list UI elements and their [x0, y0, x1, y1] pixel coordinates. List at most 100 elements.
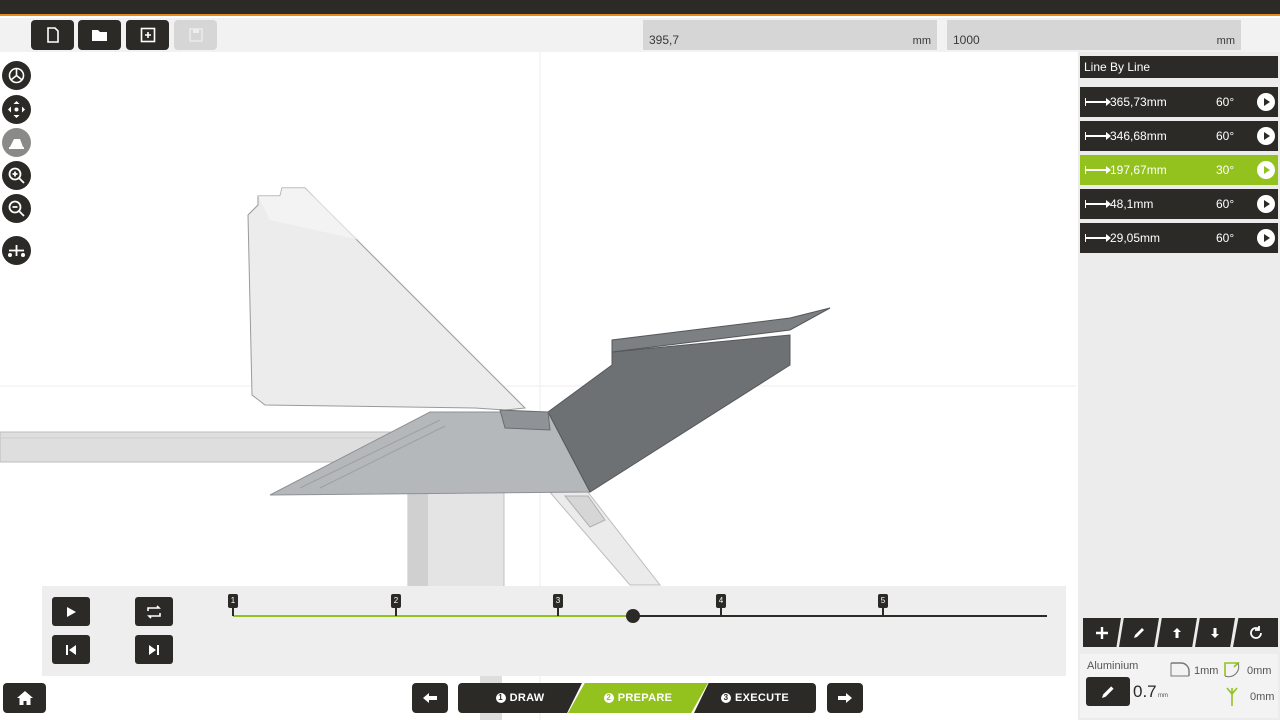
play-line-icon[interactable] — [1257, 127, 1275, 145]
home-icon — [16, 691, 33, 705]
window-top-bar — [0, 0, 1280, 16]
tab-execute[interactable]: 3 EXECUTE — [694, 683, 816, 713]
sheet-bend-zone — [499, 409, 551, 431]
skip-forward-icon — [149, 644, 159, 655]
play-line-icon[interactable] — [1257, 229, 1275, 247]
bend-line-length: 197,67mm — [1110, 163, 1167, 177]
refresh-icon — [1249, 625, 1262, 639]
arrow-left-icon — [423, 693, 437, 703]
zoom-in-button[interactable] — [2, 161, 31, 190]
move-line-down-button[interactable] — [1195, 618, 1235, 647]
timeline-step-marker[interactable]: 2 — [391, 594, 401, 616]
length-ruler-icon — [1085, 132, 1111, 140]
length-ruler-icon — [1085, 200, 1111, 208]
play-line-icon[interactable] — [1257, 93, 1275, 111]
step-label: EXECUTE — [734, 692, 790, 704]
sheet-width-field[interactable]: 395,7 mm — [643, 20, 937, 50]
save-icon — [188, 28, 203, 42]
home-button[interactable] — [3, 683, 46, 713]
springback-value: 0mm — [1247, 665, 1272, 677]
timeline-scrubber[interactable] — [626, 609, 640, 623]
sheet-width-value: 395,7 — [649, 33, 680, 47]
previous-stage-button[interactable] — [412, 683, 448, 713]
bend-line-angle: 60° — [1216, 197, 1235, 211]
correction-value: 0mm — [1250, 691, 1275, 703]
bend-line-angle: 60° — [1216, 129, 1235, 143]
correction-icon — [1226, 687, 1238, 706]
bend-line-row[interactable]: 29,05mm 60° — [1080, 223, 1278, 253]
zoom-out-icon — [8, 200, 25, 217]
sheet-length-unit: mm — [1216, 35, 1235, 47]
step-label: DRAW — [509, 692, 545, 704]
material-thickness-unit: mm — [1158, 693, 1168, 699]
timeline-step-marker[interactable]: 3 — [553, 594, 563, 616]
pan-icon — [8, 101, 25, 118]
zoom-out-button[interactable] — [2, 194, 31, 223]
tool-view-button[interactable] — [2, 128, 31, 157]
new-file-button[interactable] — [31, 20, 74, 50]
bend-line-angle: 30° — [1216, 163, 1235, 177]
move-line-up-button[interactable] — [1157, 618, 1197, 647]
edit-line-button[interactable] — [1119, 618, 1159, 647]
fit-view-icon — [8, 245, 25, 257]
bend-line-row[interactable]: 365,73mm 60° — [1080, 87, 1278, 117]
save-button[interactable] — [174, 20, 217, 50]
step-label: PREPARE — [617, 692, 673, 704]
save-as-icon — [140, 27, 155, 43]
tab-prepare[interactable]: 2 PREPARE — [568, 683, 708, 713]
inner-radius-icon — [1170, 662, 1190, 677]
material-name: Aluminium — [1087, 660, 1139, 672]
springback-icon — [1224, 662, 1240, 678]
edit-material-button[interactable] — [1086, 677, 1130, 706]
pencil-icon — [1102, 685, 1114, 698]
bend-line-row[interactable]: 346,68mm 60° — [1080, 121, 1278, 151]
sheet-width-unit: mm — [912, 35, 931, 47]
sheet-length-value: 1000 — [953, 33, 980, 47]
new-file-icon — [46, 27, 59, 43]
arrow-right-icon — [838, 693, 852, 703]
skip-back-icon — [66, 644, 76, 655]
rotate-view-button[interactable] — [2, 61, 31, 90]
sheet-flange-bent — [547, 334, 791, 493]
panel-title: Line By Line — [1080, 56, 1278, 78]
timeline-step-marker[interactable]: 1 — [228, 594, 238, 616]
pan-view-button[interactable] — [2, 95, 31, 124]
length-ruler-icon — [1085, 166, 1111, 174]
next-stage-button[interactable] — [827, 683, 863, 713]
play-button[interactable] — [52, 597, 90, 626]
bend-line-row-active[interactable]: 197,67mm 30° — [1080, 155, 1278, 185]
bend-line-length: 346,68mm — [1110, 129, 1167, 143]
fit-view-button[interactable] — [2, 236, 31, 265]
tab-draw[interactable]: 1 DRAW — [458, 683, 582, 713]
play-line-icon[interactable] — [1257, 161, 1275, 179]
previous-step-button[interactable] — [52, 635, 90, 664]
step-number: 2 — [603, 693, 614, 703]
loop-button[interactable] — [135, 597, 173, 626]
bend-line-angle: 60° — [1216, 95, 1235, 109]
timeline-step-marker[interactable]: 5 — [878, 594, 888, 616]
bend-line-length: 365,73mm — [1110, 95, 1167, 109]
timeline-step-marker[interactable]: 4 — [716, 594, 726, 616]
open-folder-icon — [91, 30, 107, 41]
add-line-button[interactable] — [1083, 618, 1121, 647]
add-icon — [1096, 626, 1108, 639]
play-line-icon[interactable] — [1257, 195, 1275, 213]
step-number: 3 — [720, 693, 731, 703]
zoom-in-icon — [8, 167, 25, 184]
step-number: 1 — [495, 693, 506, 703]
length-ruler-icon — [1085, 98, 1111, 106]
rotate-view-icon — [8, 67, 25, 84]
tool-view-icon — [9, 139, 24, 149]
timeline-remaining — [633, 615, 1047, 617]
material-thickness: 0.7 — [1133, 682, 1157, 701]
save-as-button[interactable] — [126, 20, 169, 50]
folding-beam — [547, 481, 662, 586]
bend-line-length: 29,05mm — [1110, 231, 1161, 245]
open-file-button[interactable] — [78, 20, 121, 50]
edit-icon — [1134, 627, 1144, 638]
bend-line-row[interactable]: 48,1mm 60° — [1080, 189, 1278, 219]
play-icon — [67, 606, 76, 617]
sheet-length-field[interactable]: 1000 mm — [947, 20, 1241, 50]
refresh-lines-button[interactable] — [1233, 618, 1278, 647]
next-step-button[interactable] — [135, 635, 173, 664]
